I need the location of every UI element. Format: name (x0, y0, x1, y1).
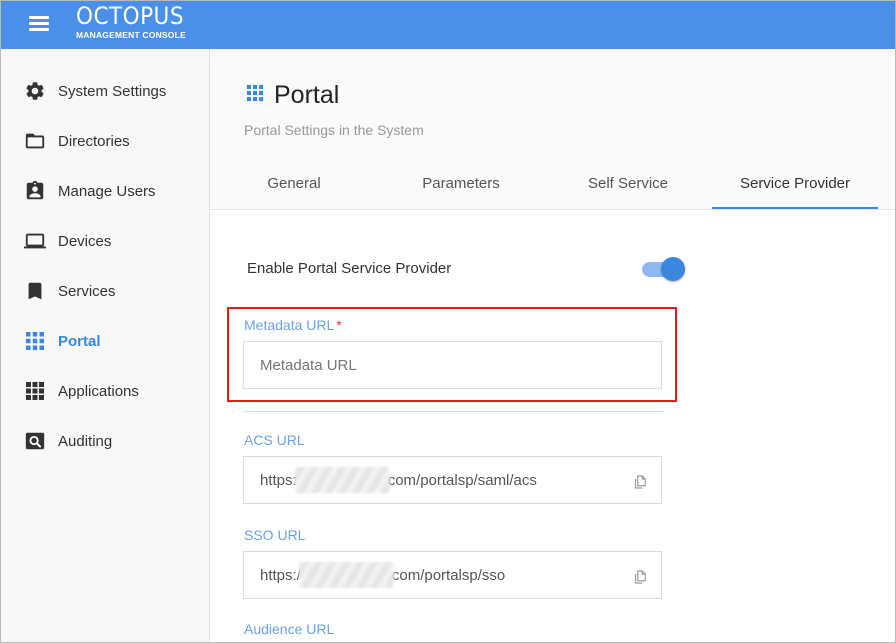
metadata-url-label-text: Metadata URL (244, 317, 335, 333)
sidebar: System Settings Directories Manage Users… (1, 49, 210, 642)
sidebar-item-label: Manage Users (58, 182, 156, 200)
sidebar-item-label: System Settings (58, 82, 167, 100)
tab-parameters[interactable]: Parameters (378, 165, 544, 209)
top-bar: OCTOPUS MANAGEMENT CONSOLE (1, 1, 895, 49)
toggle-knob (661, 257, 685, 281)
metadata-url-label: Metadata URL * (244, 317, 342, 333)
sidebar-item-label: Services (58, 282, 116, 300)
sso-url-field[interactable]: https:/ com/portalsp/sso (243, 551, 662, 599)
tab-service-provider[interactable]: Service Provider (712, 165, 878, 209)
redacted-region (294, 467, 390, 493)
bookmark-icon (24, 280, 46, 302)
sidebar-item-services[interactable]: Services (1, 266, 209, 316)
redacted-region (298, 562, 394, 588)
page-title-row: Portal (246, 81, 339, 110)
sidebar-item-label: Applications (58, 382, 139, 400)
page-header: Portal Portal Settings in the System Gen… (210, 49, 895, 210)
sso-url-prefix: https:/ (260, 566, 301, 584)
app-title: OCTOPUS (76, 2, 184, 30)
acs-url-suffix: com/portalsp/saml/acs (387, 471, 537, 489)
sidebar-item-system-settings[interactable]: System Settings (1, 66, 209, 116)
sidebar-item-label: Devices (58, 232, 112, 250)
app-window: OCTOPUS MANAGEMENT CONSOLE System Settin… (0, 0, 896, 643)
copy-icon[interactable] (631, 473, 649, 491)
sidebar-item-portal[interactable]: Portal (1, 316, 209, 366)
hamburger-menu-icon[interactable] (27, 13, 51, 35)
grid-icon (246, 84, 264, 107)
sso-url-label: SSO URL (244, 527, 306, 543)
sidebar-item-directories[interactable]: Directories (1, 116, 209, 166)
acs-url-prefix: https: (260, 471, 297, 489)
user-badge-icon (24, 180, 46, 202)
acs-url-field[interactable]: https: com/portalsp/saml/acs (243, 456, 662, 504)
enable-portal-sp-label: Enable Portal Service Provider (247, 260, 452, 277)
sidebar-item-label: Auditing (58, 432, 113, 450)
sidebar-item-label: Portal (58, 332, 101, 350)
required-mark: * (336, 317, 342, 333)
audience-url-label: Audience URL (244, 621, 335, 637)
sidebar-item-devices[interactable]: Devices (1, 216, 209, 266)
folder-icon (24, 130, 46, 152)
main-panel: Portal Portal Settings in the System Gen… (210, 49, 895, 642)
sidebar-item-label: Directories (58, 132, 130, 150)
sidebar-item-auditing[interactable]: Auditing (1, 416, 209, 466)
brand-logo[interactable]: OCTOPUS MANAGEMENT CONSOLE (76, 2, 196, 41)
apps-grid-icon (24, 380, 46, 402)
copy-icon[interactable] (631, 568, 649, 586)
service-provider-form: Enable Portal Service Provider Metadata … (210, 210, 895, 642)
divider (243, 411, 663, 412)
sidebar-item-manage-users[interactable]: Manage Users (1, 166, 209, 216)
enable-portal-sp-toggle[interactable] (642, 257, 686, 281)
sidebar-item-applications[interactable]: Applications (1, 366, 209, 416)
sso-url-suffix: com/portalsp/sso (391, 566, 506, 584)
tab-general[interactable]: General (211, 165, 377, 209)
search-box-icon (24, 430, 46, 452)
gear-icon (24, 80, 46, 102)
laptop-icon (24, 230, 46, 252)
acs-url-label: ACS URL (244, 432, 305, 448)
tab-self-service[interactable]: Self Service (545, 165, 711, 209)
app-subtitle: MANAGEMENT CONSOLE (76, 30, 186, 40)
page-title: Portal (274, 81, 340, 109)
page-subtitle: Portal Settings in the System (244, 122, 424, 138)
grid-icon (24, 330, 46, 352)
metadata-url-input[interactable] (243, 341, 662, 389)
